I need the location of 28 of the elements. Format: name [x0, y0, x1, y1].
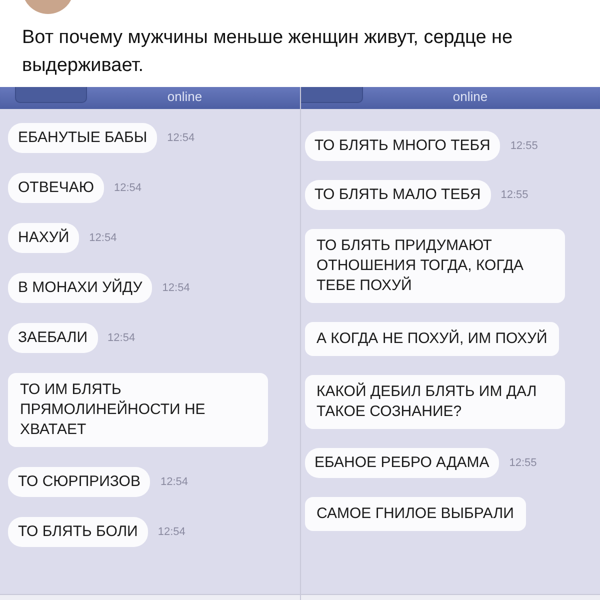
message-bubble: ТО БЛЯТЬ МНОГО ТЕБЯ: [304, 131, 500, 161]
message-bubble: А КОГДА НЕ ПОХУЙ, ИМ ПОХУЙ: [304, 322, 560, 356]
message-bubble: ТО СЮРПРИЗОВ: [8, 467, 150, 497]
online-status: online: [452, 88, 488, 106]
message-time: 12:54: [167, 132, 195, 144]
message-bubble: САМОЕ ГНИЛОЕ ВЫБРАЛИ: [304, 497, 526, 531]
message-bubble: ОТВЕЧАЮ: [8, 173, 104, 203]
message-time: 12:55: [500, 189, 528, 201]
message-bubble: ЕБАНУТЫЕ БАБЫ: [8, 123, 158, 153]
message-time: 12:55: [510, 140, 538, 152]
message-time: 12:54: [162, 282, 190, 294]
message-bubble: ЗАЕБАЛИ: [8, 323, 98, 353]
message-time: 12:54: [160, 476, 188, 488]
message-bubble: ТО ИМ БЛЯТЬ ПРЯМОЛИНЕЙНОСТИ НЕ ХВАТАЕТ: [8, 373, 268, 447]
online-status: online: [167, 88, 202, 106]
message-time: 12:55: [509, 457, 537, 469]
message-time: 12:54: [114, 182, 142, 194]
message-bubble: КАКОЙ ДЕБИЛ БЛЯТЬ ИМ ДАЛ ТАКОЕ СОЗНАНИЕ?: [304, 375, 564, 429]
message-bubble: ТО БЛЯТЬ МАЛО ТЕБЯ: [304, 180, 491, 210]
message-bubble: НАХУЙ: [8, 223, 80, 253]
message-bubble: В МОНАХИ УЙДУ: [8, 273, 152, 303]
message-bubble: ТО БЛЯТЬ БОЛИ: [8, 517, 148, 547]
message-bubble: ТО БЛЯТЬ ПРИДУМАЮТ ОТНОШЕНИЯ ТОГДА, КОГДА ТЕБЕ ПОХУЙ: [304, 229, 564, 303]
message-time: 12:54: [89, 232, 117, 244]
message-time: 12:54: [108, 332, 136, 344]
message-time: 12:54: [158, 526, 186, 538]
post-text: Вот почему мужчины меньше женщин живут, сердце не выдерживает.: [22, 26, 514, 78]
message-bubble: ЕБАНОЕ РЕБРО АДАМА: [304, 448, 500, 478]
